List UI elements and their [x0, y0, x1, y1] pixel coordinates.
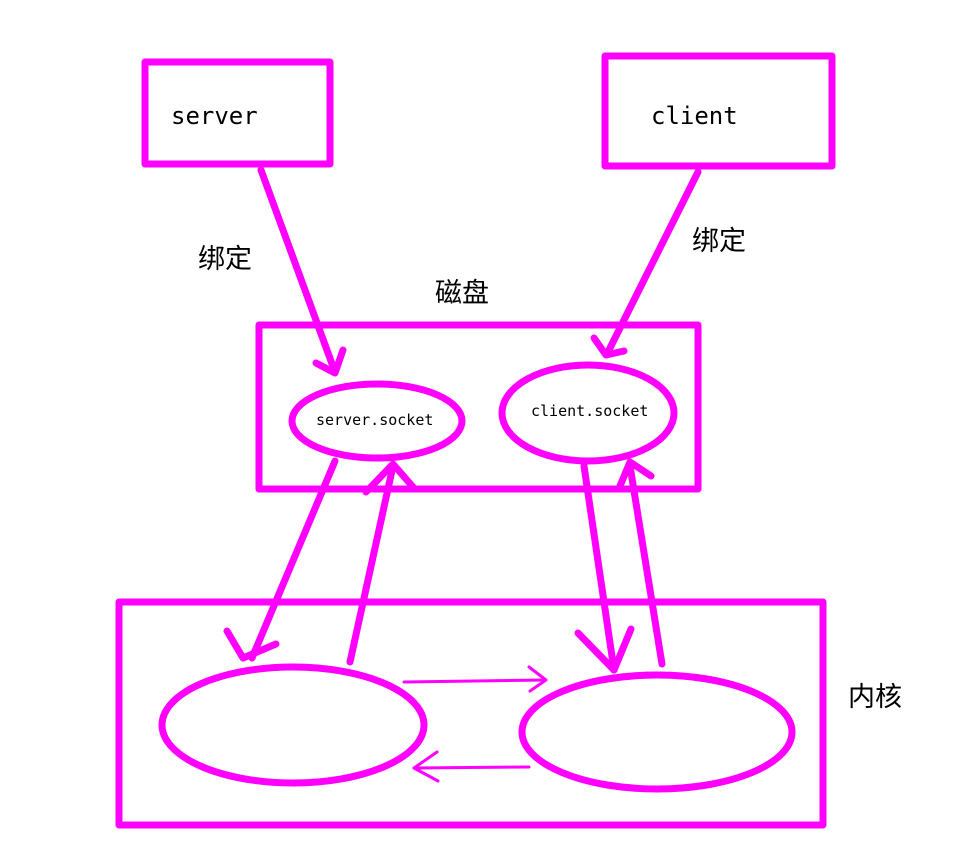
kernel-label: 内核	[848, 682, 902, 713]
kernel-to-server-socket-arrow	[346, 460, 417, 666]
kernel-client-ellipse	[518, 671, 796, 793]
client-bind-label: 绑定	[692, 226, 746, 257]
kernel-container: 内核	[115, 598, 902, 829]
server-label: server	[171, 102, 258, 130]
server-socket-label: server.socket	[316, 411, 433, 429]
kernel-server-to-client-arrow	[402, 665, 548, 693]
kernel-server-ellipse	[158, 663, 428, 787]
socket-diagram: server client 绑定 绑定 磁盘 server.socket cli…	[115, 52, 902, 829]
client-node: client	[601, 52, 836, 170]
server-bind-label: 绑定	[198, 244, 252, 275]
kernel-box	[115, 598, 827, 829]
client-label: client	[651, 102, 738, 130]
server-bind-arrow	[257, 166, 347, 377]
kernel-client-to-server-arrow	[412, 750, 531, 783]
disk-label: 磁盘	[435, 278, 489, 309]
client-socket-label: client.socket	[531, 402, 648, 420]
client-socket-to-kernel-arrow	[574, 462, 635, 674]
server-node: server	[141, 58, 334, 168]
